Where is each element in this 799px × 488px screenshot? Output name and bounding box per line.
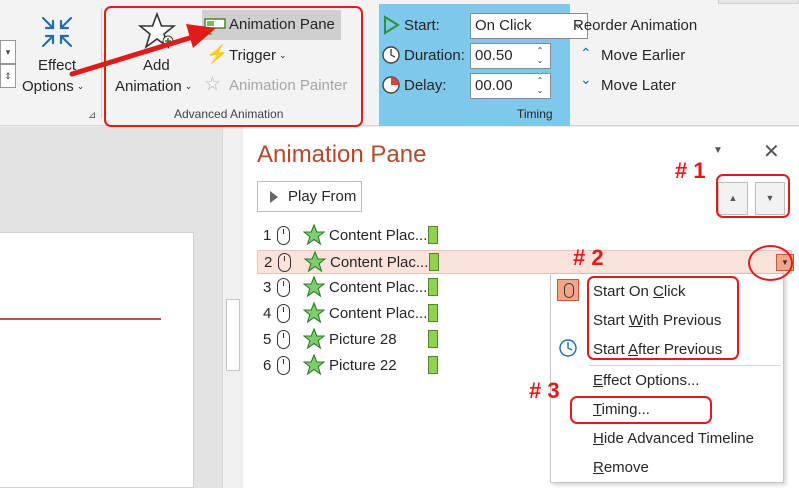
item-name: Content Plac... bbox=[329, 227, 428, 244]
duration-clock-icon bbox=[382, 46, 400, 64]
effect-options-button[interactable]: Effect Options ⌄ bbox=[22, 10, 92, 110]
timing-bar bbox=[428, 278, 438, 296]
play-from-label: Play From bbox=[288, 188, 357, 205]
entrance-star-icon bbox=[303, 328, 325, 350]
collapsed-control-spinner[interactable]: ⇕ bbox=[0, 64, 16, 88]
mouse-click-icon bbox=[277, 304, 290, 323]
menu-separator bbox=[589, 365, 781, 366]
item-name: Picture 22 bbox=[329, 357, 397, 374]
menu-item-hide-advanced-timeline[interactable]: Hide Advanced Timeline bbox=[593, 430, 754, 447]
effect-options-icon bbox=[41, 16, 73, 48]
timing-group-label: Timing bbox=[517, 107, 553, 121]
annotation-box-advanced-animation bbox=[104, 6, 363, 127]
clock-icon bbox=[559, 339, 577, 357]
chevron-down-icon: ⌄ bbox=[76, 81, 85, 91]
move-earlier-label: Move Earlier bbox=[601, 47, 686, 64]
annotation-label-1: # 1 bbox=[675, 158, 706, 183]
delay-label: Delay: bbox=[404, 77, 447, 94]
mouse-click-icon bbox=[557, 279, 579, 301]
timing-bar bbox=[428, 330, 438, 348]
start-label: Start: bbox=[404, 17, 440, 34]
ribbon-edge-control bbox=[718, 0, 799, 4]
reorder-animation-title: Reorder Animation bbox=[573, 17, 698, 34]
annotation-circle-dropdown bbox=[748, 245, 793, 281]
start-select-value: On Click bbox=[475, 17, 532, 34]
entrance-star-icon bbox=[303, 354, 325, 376]
timing-group: Start: On Click ⌄ Duration: 00.50 ⌃ ⌄ Del… bbox=[379, 4, 588, 126]
item-number: 1 bbox=[263, 227, 272, 244]
timing-bar bbox=[429, 253, 439, 271]
item-name: Picture 28 bbox=[329, 331, 397, 348]
slide-canvas[interactable] bbox=[0, 232, 194, 488]
annotation-box-start-options bbox=[587, 276, 739, 360]
scrollbar-thumb[interactable] bbox=[226, 299, 240, 371]
annotation-box-timing bbox=[570, 396, 712, 424]
timing-bar bbox=[428, 226, 438, 244]
mouse-click-icon bbox=[278, 253, 291, 272]
mouse-click-icon bbox=[277, 356, 290, 375]
delay-input[interactable]: 00.00 ⌃ ⌄ bbox=[470, 73, 551, 99]
timing-bar bbox=[428, 356, 438, 374]
collapsed-control-dropdown[interactable]: ▾ bbox=[0, 40, 16, 64]
menu-item-remove[interactable]: Remove bbox=[593, 459, 649, 476]
slide-editing-area bbox=[0, 127, 222, 488]
annotation-label-3: # 3 bbox=[529, 378, 560, 403]
item-number: 5 bbox=[263, 331, 272, 348]
chevron-up-icon: ⌃ bbox=[580, 45, 592, 61]
duration-label: Duration: bbox=[404, 47, 465, 64]
dialog-launcher-icon[interactable]: ⊿ bbox=[88, 110, 96, 121]
play-icon bbox=[270, 191, 278, 203]
menu-item-effect-options[interactable]: Effect Options... bbox=[593, 372, 699, 389]
delay-spinner-icon[interactable]: ⌃ ⌄ bbox=[532, 76, 548, 96]
annotation-box-reorder bbox=[716, 174, 790, 218]
entrance-star-icon bbox=[303, 302, 325, 324]
effect-options-label-1: Effect bbox=[38, 57, 77, 74]
mouse-click-icon bbox=[277, 226, 290, 245]
mouse-click-icon bbox=[277, 330, 290, 349]
slide-title-rule bbox=[0, 318, 161, 320]
item-number: 3 bbox=[263, 279, 272, 296]
entrance-star-icon bbox=[303, 276, 325, 298]
entrance-star-icon bbox=[303, 224, 325, 246]
item-name: Content Plac... bbox=[329, 279, 428, 296]
move-later-button[interactable]: ⌄ Move Later bbox=[580, 71, 710, 97]
item-name: Content Plac... bbox=[330, 254, 429, 271]
item-name: Content Plac... bbox=[329, 305, 428, 322]
delay-clock-icon bbox=[382, 76, 400, 94]
pane-options-caret-icon[interactable]: ▼ bbox=[713, 145, 723, 156]
move-earlier-button[interactable]: ⌃ Move Earlier bbox=[580, 45, 710, 67]
item-number: 2 bbox=[264, 254, 273, 271]
effect-options-label-2: Options ⌄ bbox=[22, 78, 85, 95]
start-select[interactable]: On Click ⌄ bbox=[470, 13, 588, 39]
duration-spinner-icon[interactable]: ⌃ ⌄ bbox=[532, 46, 548, 66]
start-play-icon bbox=[384, 15, 400, 35]
play-from-button[interactable]: Play From bbox=[257, 181, 362, 212]
duration-value: 00.50 bbox=[475, 47, 513, 64]
group-divider bbox=[101, 8, 102, 118]
move-later-label: Move Later bbox=[601, 77, 677, 94]
mouse-click-icon bbox=[277, 278, 290, 297]
pane-title: Animation Pane bbox=[257, 141, 427, 168]
item-number: 6 bbox=[263, 357, 272, 374]
duration-input[interactable]: 00.50 ⌃ ⌄ bbox=[470, 43, 551, 69]
item-number: 4 bbox=[263, 305, 272, 322]
annotation-label-2: # 2 bbox=[573, 245, 604, 270]
close-icon[interactable]: ✕ bbox=[763, 139, 780, 164]
timing-bar bbox=[428, 304, 438, 322]
animation-list-item[interactable]: 1 Content Plac... bbox=[257, 224, 792, 248]
entrance-star-icon bbox=[304, 251, 326, 273]
animation-list-item-selected[interactable]: 2 Content Plac... ▼ bbox=[257, 250, 794, 274]
chevron-down-icon: ⌄ bbox=[580, 71, 592, 87]
delay-value: 00.00 bbox=[475, 77, 513, 94]
vertical-scrollbar[interactable] bbox=[222, 127, 242, 488]
